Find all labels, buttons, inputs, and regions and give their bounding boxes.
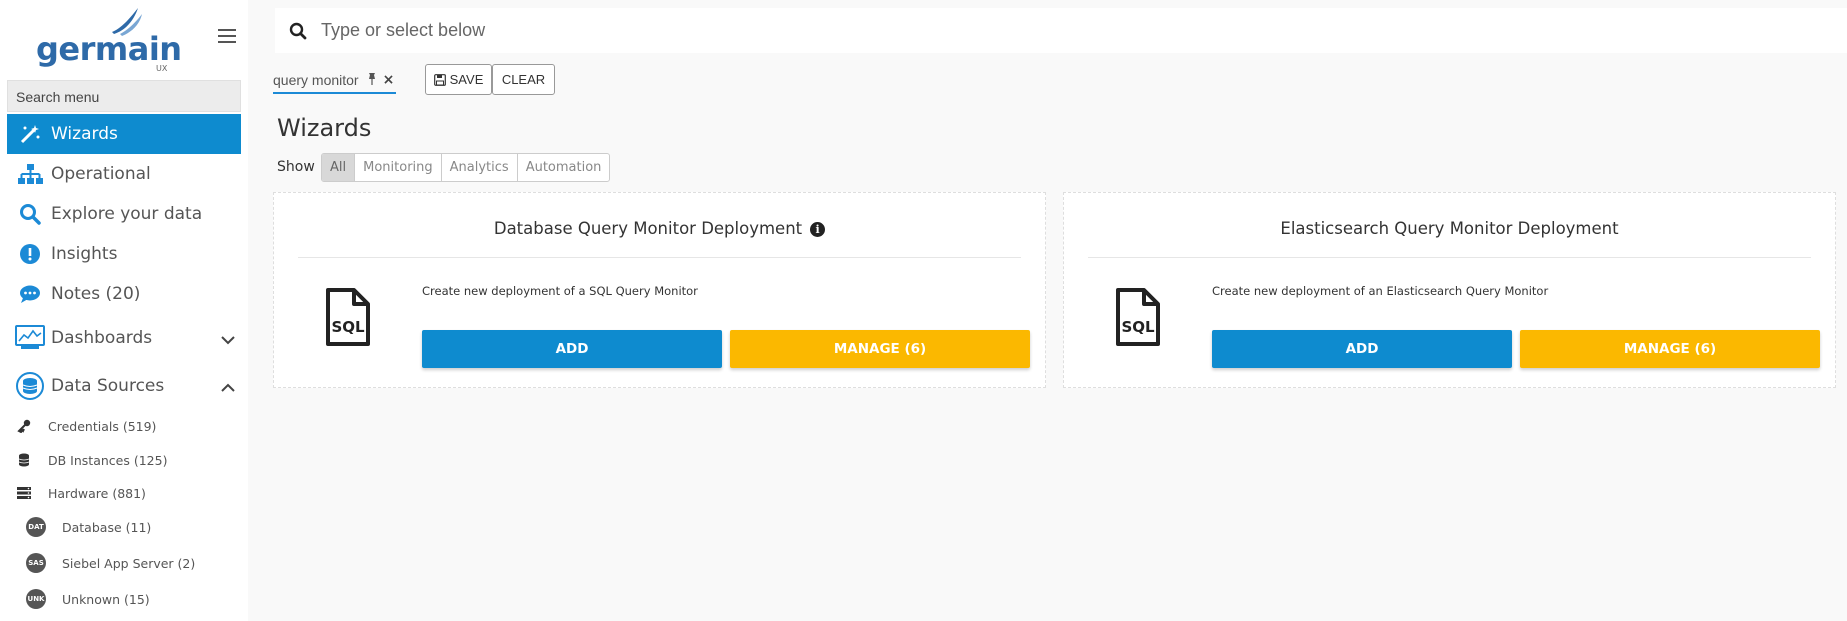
card-description: Create new deployment of a SQL Query Mon…	[422, 284, 698, 298]
save-label: SAVE	[449, 72, 484, 87]
show-label: Show	[277, 159, 315, 175]
key-icon	[16, 418, 32, 434]
monitor-dashboard-icon	[15, 323, 45, 353]
sidebar-subitem-label: Database (11)	[62, 519, 152, 535]
sidebar-item-label: Wizards	[51, 124, 118, 144]
sidebar: germain UX Search menu Wizards Operation…	[0, 0, 248, 621]
filter-chip-label: query monitor	[273, 72, 359, 88]
search-menu-input[interactable]: Search menu	[7, 80, 241, 112]
save-button[interactable]: SAVE	[425, 64, 492, 95]
clear-button[interactable]: CLEAR	[492, 64, 555, 95]
category-filter-group: All Monitoring Analytics Automation	[321, 153, 611, 182]
wizard-card-database-query-monitor: Database Query Monitor Deployment i SQL C…	[273, 192, 1046, 388]
sidebar-subitem-label: Unknown (15)	[62, 591, 150, 607]
sidebar-item-label: Notes (20)	[51, 284, 141, 304]
sidebar-item-insights[interactable]: Insights	[7, 234, 241, 274]
magic-wand-icon	[15, 119, 45, 149]
card-divider	[1088, 257, 1811, 258]
server-icon	[16, 485, 32, 501]
sidebar-item-operational[interactable]: Operational	[7, 154, 241, 194]
svg-text:SQL: SQL	[331, 318, 365, 336]
sidebar-item-label: Operational	[51, 164, 151, 184]
filter-automation[interactable]: Automation	[518, 154, 610, 181]
sidebar-item-wizards[interactable]: Wizards	[7, 114, 241, 154]
logo-wordmark: germain	[36, 30, 182, 68]
add-button[interactable]: ADD	[1212, 330, 1512, 368]
sql-file-icon: SQL	[324, 286, 372, 352]
exclamation-circle-icon	[15, 239, 45, 269]
card-title-text: Database Query Monitor Deployment	[493, 219, 803, 238]
sidebar-subitem-credentials[interactable]: Credentials (519)	[16, 418, 156, 434]
add-button[interactable]: ADD	[422, 330, 722, 368]
sidebar-subitem-unknown[interactable]: UNK Unknown (15)	[26, 589, 150, 609]
hamburger-menu-icon[interactable]	[218, 29, 236, 43]
sidebar-item-label: Dashboards	[51, 328, 153, 348]
card-description: Create new deployment of an Elasticsearc…	[1212, 284, 1549, 298]
pin-icon[interactable]	[367, 72, 377, 88]
card-title-text: Elasticsearch Query Monitor Deployment	[1280, 219, 1619, 238]
sidebar-item-data-sources[interactable]: Data Sources	[7, 366, 241, 406]
manage-button[interactable]: MANAGE (6)	[730, 330, 1030, 368]
page-title: Wizards	[277, 114, 372, 142]
sidebar-item-notes[interactable]: Notes (20)	[7, 274, 241, 314]
sidebar-item-explore[interactable]: Explore your data	[7, 194, 241, 234]
filter-chip[interactable]: query monitor ×	[273, 68, 397, 94]
floppy-disk-icon	[433, 73, 446, 86]
database-icon	[16, 452, 32, 468]
manage-button[interactable]: MANAGE (6)	[1520, 330, 1820, 368]
badge-sas: SAS	[26, 553, 46, 573]
filter-monitoring[interactable]: Monitoring	[355, 154, 442, 181]
sidebar-subitem-label: Credentials (519)	[48, 418, 157, 434]
sidebar-item-label: Insights	[51, 244, 118, 264]
sidebar-item-label: Explore your data	[51, 204, 203, 224]
card-title: Database Query Monitor Deployment i	[274, 219, 1045, 238]
search-placeholder: Type or select below	[321, 20, 486, 40]
sitemap-icon	[15, 159, 45, 189]
chevron-down-icon[interactable]	[221, 330, 235, 349]
search-icon	[289, 22, 307, 39]
svg-text:SQL: SQL	[1121, 318, 1155, 336]
sidebar-subitem-label: DB Instances (125)	[48, 452, 168, 468]
logo-sub: UX	[156, 64, 168, 73]
global-search-input[interactable]: Type or select below	[275, 8, 1847, 53]
germain-logo[interactable]: germain UX	[36, 6, 182, 73]
badge-dat: DAT	[26, 517, 46, 537]
database-sources-icon	[15, 371, 45, 401]
filter-analytics[interactable]: Analytics	[442, 154, 518, 181]
sidebar-subitem-db-instances[interactable]: DB Instances (125)	[16, 452, 167, 468]
sidebar-subitem-label: Hardware (881)	[48, 485, 146, 501]
card-title: Elasticsearch Query Monitor Deployment	[1064, 219, 1835, 238]
search-icon	[15, 199, 45, 229]
wizard-card-elasticsearch-query-monitor: Elasticsearch Query Monitor Deployment S…	[1063, 192, 1836, 388]
comment-icon	[15, 279, 45, 309]
badge-unk: UNK	[26, 589, 46, 609]
sidebar-item-label: Data Sources	[51, 376, 165, 396]
sidebar-subitem-label: Siebel App Server (2)	[62, 555, 196, 571]
sql-file-icon: SQL	[1114, 286, 1162, 352]
sidebar-item-dashboards[interactable]: Dashboards	[7, 318, 241, 358]
info-icon[interactable]: i	[810, 222, 826, 237]
card-divider	[298, 257, 1021, 258]
close-icon[interactable]: ×	[383, 72, 395, 88]
filter-all[interactable]: All	[322, 154, 356, 181]
sidebar-subitem-database[interactable]: DAT Database (11)	[26, 517, 151, 537]
chevron-up-icon[interactable]	[221, 378, 235, 397]
sidebar-subitem-hardware[interactable]: Hardware (881)	[16, 485, 146, 501]
sidebar-subitem-siebel-app-server[interactable]: SAS Siebel App Server (2)	[26, 553, 195, 573]
